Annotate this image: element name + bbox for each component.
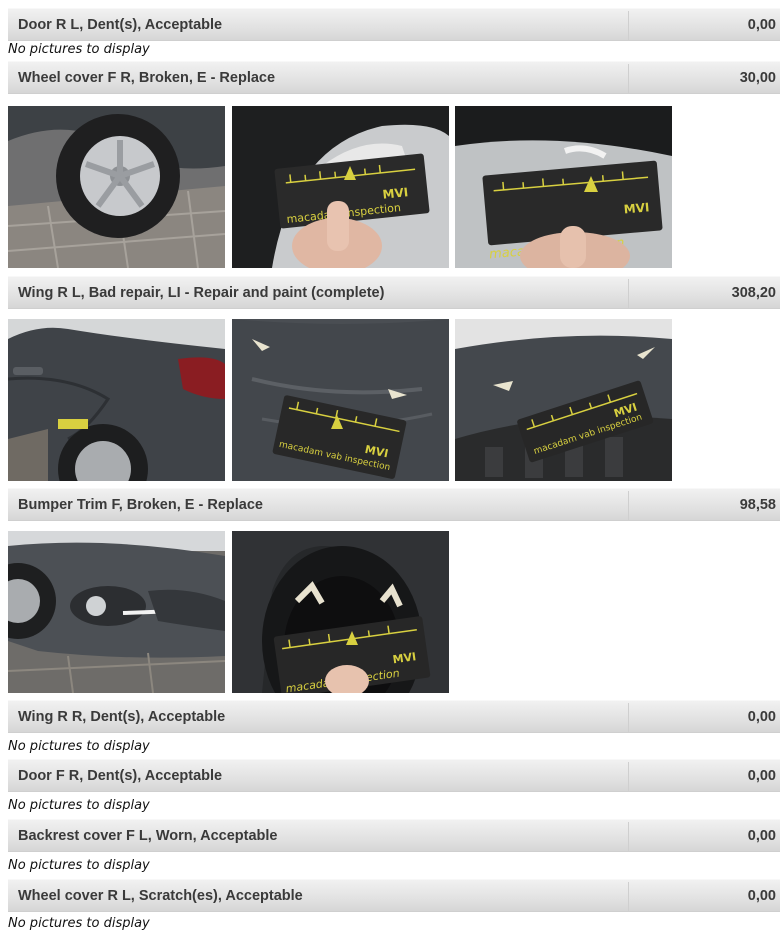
damage-photo-wing-overview[interactable]	[8, 319, 225, 481]
column-divider	[628, 491, 629, 520]
damage-photo-wheel-closeup-1[interactable]: macadam inspection MVI	[232, 106, 449, 268]
damage-row: Bumper Trim F, Broken, E - Replace 98,58	[8, 488, 780, 521]
damage-price: 0,00	[747, 709, 776, 725]
damage-photo-wheel-closeup-2[interactable]: macadam inspection MVI	[455, 106, 672, 268]
damage-price: 98,58	[739, 497, 776, 513]
damage-row: Wheel cover R L, Scratch(es), Acceptable…	[8, 879, 780, 912]
damage-price: 0,00	[747, 17, 776, 33]
damage-row: Door R L, Dent(s), Acceptable 0,00	[8, 8, 780, 41]
damage-price: 308,20	[731, 285, 776, 301]
damage-price: 0,00	[747, 768, 776, 784]
damage-description: Wheel cover F R, Broken, E - Replace	[18, 70, 276, 86]
damage-row: Door F R, Dent(s), Acceptable 0,00	[8, 759, 780, 792]
damage-row: Wing R L, Bad repair, LI - Repair and pa…	[8, 276, 780, 309]
damage-description: Wing R R, Dent(s), Acceptable	[18, 709, 226, 725]
svg-text:MVI: MVI	[382, 185, 409, 202]
damage-photo-wheel-overview[interactable]	[8, 106, 225, 268]
damage-description: Bumper Trim F, Broken, E - Replace	[18, 497, 263, 513]
damage-price: 0,00	[747, 888, 776, 904]
column-divider	[628, 822, 629, 851]
no-pictures-label: No pictures to display	[8, 916, 150, 931]
damage-price: 0,00	[747, 828, 776, 844]
no-pictures-label: No pictures to display	[8, 858, 150, 873]
damage-description: Wing R L, Bad repair, LI - Repair and pa…	[18, 285, 385, 301]
damage-row: Wing R R, Dent(s), Acceptable 0,00	[8, 700, 780, 733]
damage-price: 30,00	[739, 70, 776, 86]
damage-photo-wing-closeup-2[interactable]: macadam vab inspection MVI	[455, 319, 672, 481]
damage-description: Door R L, Dent(s), Acceptable	[18, 17, 223, 33]
damage-photo-wing-closeup-1[interactable]: macadam vab inspection MVI	[232, 319, 449, 481]
column-divider	[628, 279, 629, 308]
column-divider	[628, 11, 629, 40]
damage-photo-bumper-overview[interactable]	[8, 531, 225, 693]
no-pictures-label: No pictures to display	[8, 798, 150, 813]
damage-row: Wheel cover F R, Broken, E - Replace 30,…	[8, 61, 780, 94]
no-pictures-label: No pictures to display	[8, 42, 150, 57]
column-divider	[628, 762, 629, 791]
damage-photo-bumper-closeup[interactable]: macadam inspection MVI	[232, 531, 449, 693]
svg-text:MVI: MVI	[623, 200, 650, 216]
damage-row: Backrest cover F L, Worn, Acceptable 0,0…	[8, 819, 780, 852]
column-divider	[628, 703, 629, 732]
no-pictures-label: No pictures to display	[8, 739, 150, 754]
damage-description: Door F R, Dent(s), Acceptable	[18, 768, 223, 784]
column-divider	[628, 882, 629, 911]
damage-description: Wheel cover R L, Scratch(es), Acceptable	[18, 888, 303, 904]
damage-description: Backrest cover F L, Worn, Acceptable	[18, 828, 278, 844]
column-divider	[628, 64, 629, 93]
